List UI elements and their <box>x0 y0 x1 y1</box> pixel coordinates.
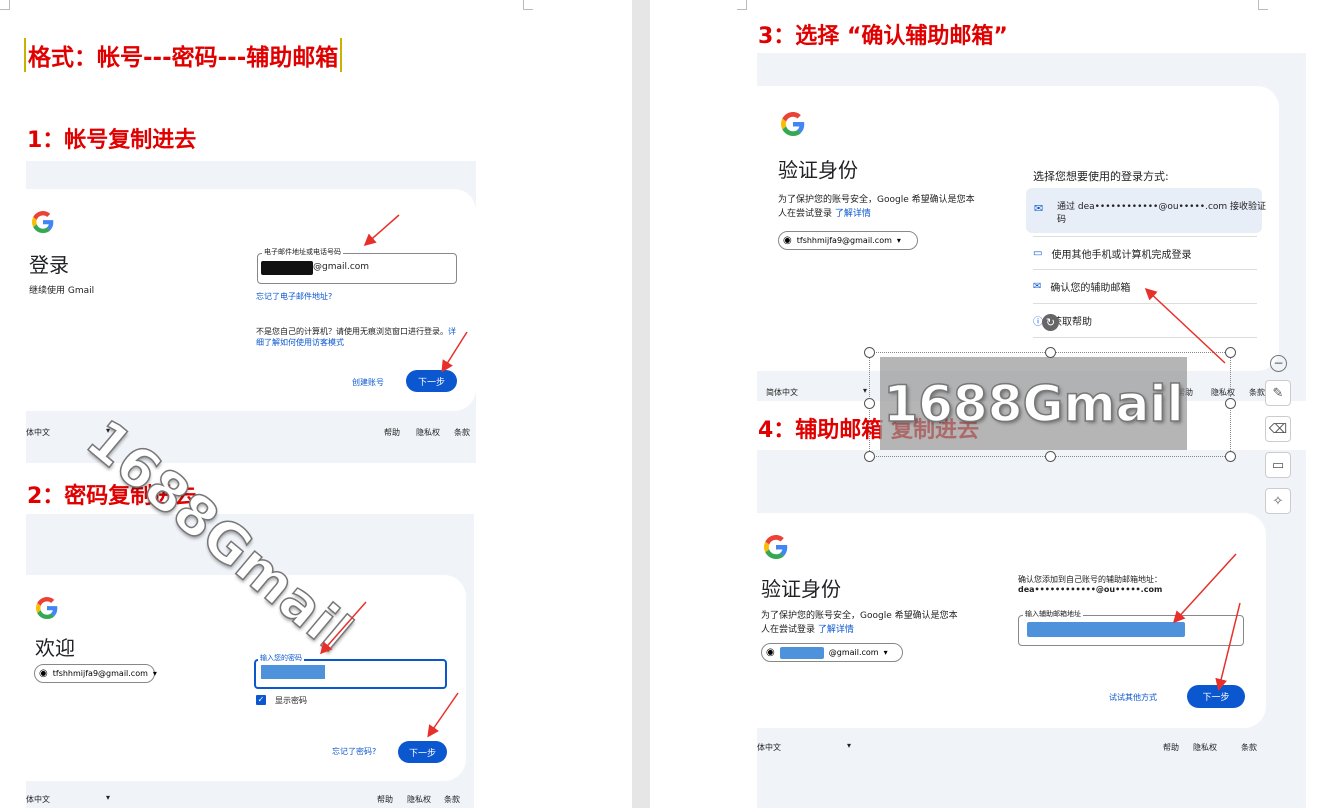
arrow-to-next-button <box>441 331 468 373</box>
arrow-to-email-label <box>363 214 400 246</box>
arrow-to-next-button-2 <box>427 692 459 738</box>
annotation-arrows <box>320 214 1241 738</box>
arrow-to-next-button-3 <box>1215 602 1241 691</box>
arrow-to-recovery-field <box>1172 553 1237 624</box>
arrow-to-password-label <box>320 601 367 655</box>
arrow-to-recovery-option <box>1144 287 1226 364</box>
